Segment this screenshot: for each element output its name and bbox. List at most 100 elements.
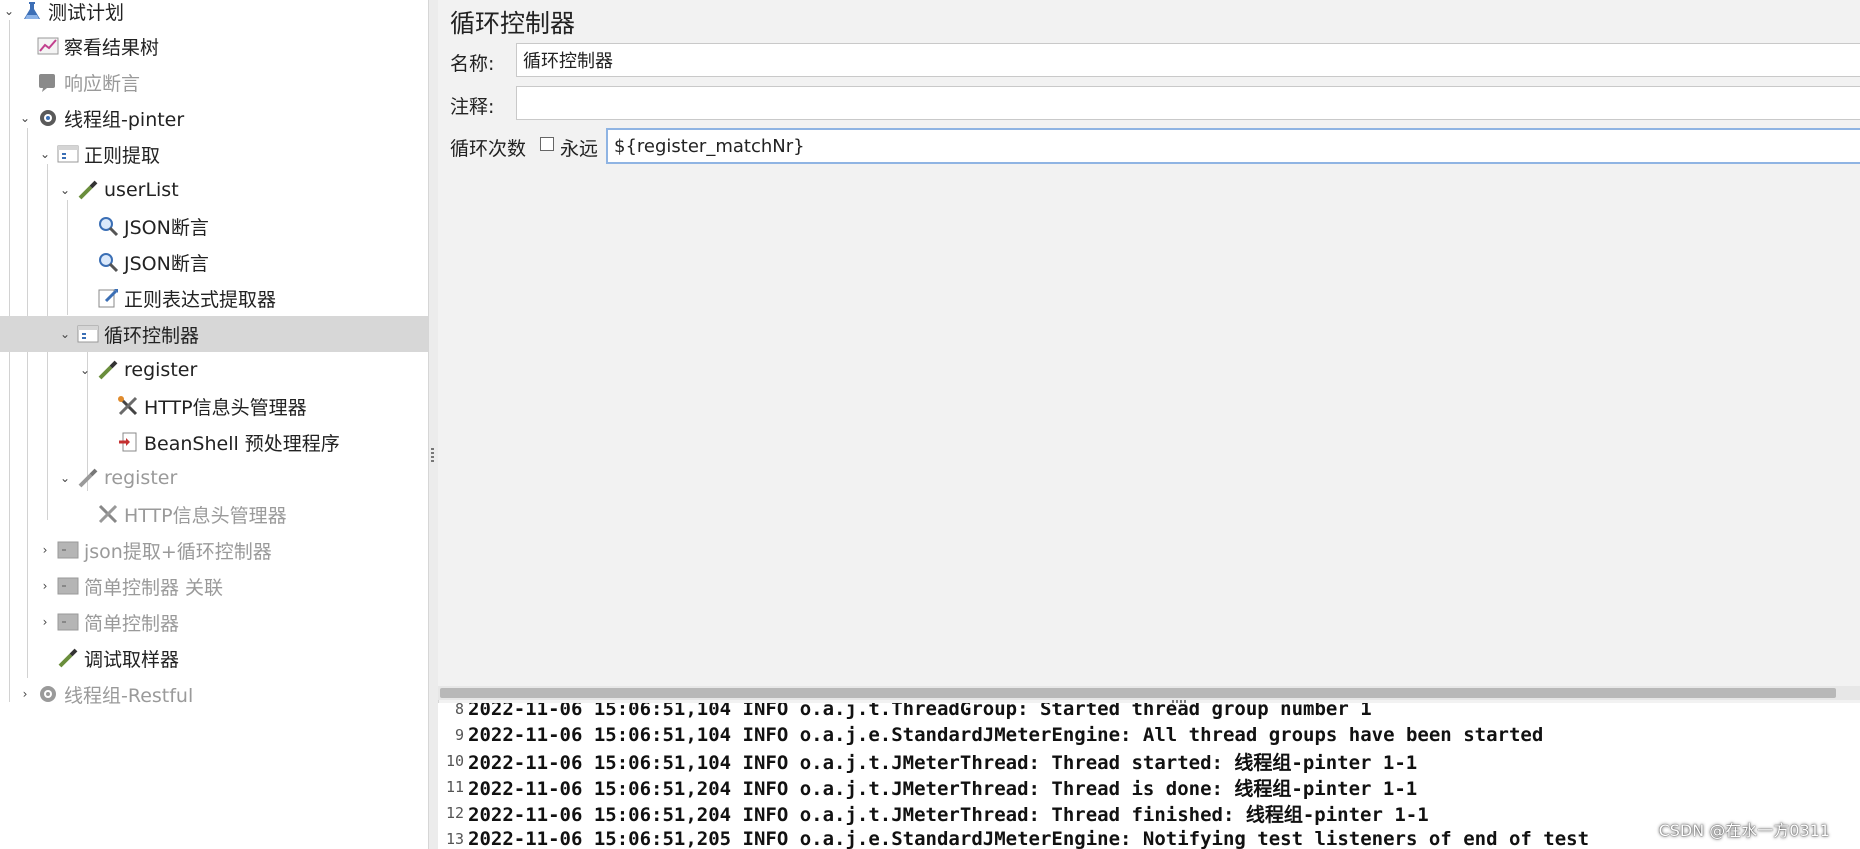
log-text: 2022-11-06 15:06:51,204 INFO o.a.j.t.JMe…: [468, 803, 1429, 826]
test-plan-icon: [20, 0, 44, 23]
pipette-icon: [76, 178, 100, 202]
loop-count-label: 循环次数: [450, 138, 527, 160]
tree-item-label: 察看结果树: [64, 36, 160, 59]
tree-item-regex-extractor[interactable]: 正则表达式提取器: [78, 280, 428, 316]
gear-icon: [36, 682, 60, 706]
line-number: 9: [454, 726, 464, 744]
forever-checkbox[interactable]: [540, 137, 554, 151]
controller-icon: [56, 610, 80, 634]
preprocessor-icon: [116, 430, 140, 454]
chevron-right-icon[interactable]: ›: [38, 615, 52, 629]
tree-item-json-extract-loop[interactable]: › json提取+循环控制器: [38, 532, 428, 568]
forever-label: 永远: [560, 138, 599, 160]
tree-item-beanshell-preprocessor[interactable]: BeanShell 预处理程序: [98, 424, 428, 460]
chevron-down-icon[interactable]: ⌄: [58, 327, 72, 341]
tree-item-thread-group-restful[interactable]: › 线程组-Restful: [18, 676, 428, 712]
log-line: 12 2022-11-06 15:06:51,204 INFO o.a.j.t.…: [438, 800, 1429, 826]
tree-item-label: HTTP信息头管理器: [124, 504, 287, 527]
tree-item-regex-extract[interactable]: ⌄ 正则提取: [38, 136, 428, 172]
tree-item-thread-group-pinter[interactable]: ⌄ 线程组-pinter: [18, 100, 428, 136]
tree-item-label: 调试取样器: [84, 648, 180, 671]
tree-item-label: 测试计划: [48, 1, 125, 24]
tree-item-userlist[interactable]: ⌄ userList: [58, 172, 428, 208]
tree-item-label: 线程组-Restful: [64, 684, 194, 707]
name-label: 名称:: [450, 53, 495, 75]
magnifier-icon: [96, 214, 120, 238]
log-text: 2022-11-06 15:06:51,104 INFO o.a.j.e.Sta…: [468, 724, 1544, 746]
tree-item-label: 正则提取: [84, 144, 161, 167]
tree-item-simple-controller[interactable]: › 简单控制器: [38, 604, 428, 640]
tree-item-simple-controller-link[interactable]: › 简单控制器 关联: [38, 568, 428, 604]
chevron-down-icon[interactable]: ⌄: [18, 111, 32, 125]
loop-controller-panel: 循环控制器 名称: 注释: 循环次数 永远: [438, 0, 1860, 690]
controller-icon: [56, 538, 80, 562]
tree-guide-line: [67, 200, 68, 315]
chevron-down-icon[interactable]: ⌄: [38, 147, 52, 161]
tree-item-label: BeanShell 预处理程序: [144, 432, 340, 455]
comment-label: 注释:: [450, 96, 495, 118]
tree-item-label: 正则表达式提取器: [124, 288, 277, 311]
magnifier-icon: [96, 250, 120, 274]
pipette-icon: [76, 466, 100, 490]
chevron-down-icon[interactable]: ⌄: [58, 471, 72, 485]
controller-icon: [56, 142, 80, 166]
line-number: 13: [445, 830, 464, 848]
tree-item-label: JSON断言: [124, 216, 209, 239]
pipette-icon: [56, 646, 80, 670]
splitter-grip-icon[interactable]: [431, 448, 434, 462]
chevron-right-icon[interactable]: ›: [38, 579, 52, 593]
loop-count-field[interactable]: [606, 128, 1860, 164]
tree-item-json-assertion[interactable]: JSON断言: [78, 208, 428, 244]
tree-item-label: register: [104, 467, 178, 489]
tree-item-debug-sampler[interactable]: 调试取样器: [38, 640, 428, 676]
chevron-down-icon[interactable]: ⌄: [2, 4, 16, 18]
comment-field[interactable]: [516, 86, 1860, 120]
name-field[interactable]: [516, 43, 1860, 77]
tree-item-label: 循环控制器: [104, 324, 200, 347]
gear-icon: [36, 106, 60, 130]
line-number: 11: [445, 778, 464, 796]
tree-item-label: HTTP信息头管理器: [144, 396, 307, 419]
chevron-down-icon[interactable]: ⌄: [78, 363, 92, 377]
assertion-icon: [36, 70, 60, 94]
tree-guide-line: [27, 128, 28, 678]
tools-icon: [96, 502, 120, 526]
tree-item-label: register: [124, 359, 198, 381]
test-plan-tree: ⌄ 测试计划 察看结果树 响应断言 ⌄ 线程组-pinter ⌄ 正则提取 ⌄ …: [0, 0, 428, 849]
tree-item-response-assertion[interactable]: 响应断言: [18, 64, 428, 100]
tree-item-loop-controller[interactable]: ⌄ 循环控制器: [0, 316, 428, 352]
log-text: 2022-11-06 15:06:51,104 INFO o.a.j.t.Thr…: [468, 703, 1372, 720]
tree-item-label: 简单控制器 关联: [84, 576, 224, 599]
log-line: 10 2022-11-06 15:06:51,104 INFO o.a.j.t.…: [438, 748, 1417, 774]
page-title: 循环控制器: [450, 9, 576, 38]
tree-item-register[interactable]: ⌄ register: [58, 460, 428, 496]
tree-item-label: 线程组-pinter: [64, 108, 185, 131]
tree-item-test-plan[interactable]: ⌄ 测试计划: [0, 0, 428, 29]
log-line: 13 2022-11-06 15:06:51,205 INFO o.a.j.e.…: [438, 826, 1589, 849]
horizontal-scrollbar[interactable]: [438, 686, 1860, 700]
line-number: 8: [454, 703, 464, 718]
scrollbar-thumb[interactable]: [440, 688, 1836, 698]
line-number: 12: [445, 804, 464, 822]
tree-item-label: JSON断言: [124, 252, 209, 275]
chevron-right-icon[interactable]: ›: [18, 687, 32, 701]
controller-icon: [76, 322, 100, 346]
tree-item-view-results-tree[interactable]: 察看结果树: [18, 28, 428, 64]
watermark: CSDN @在水一方0311: [1658, 821, 1830, 840]
tree-item-json-assertion[interactable]: JSON断言: [78, 244, 428, 280]
log-line: 9 2022-11-06 15:06:51,104 INFO o.a.j.e.S…: [438, 722, 1543, 748]
chevron-right-icon[interactable]: ›: [38, 543, 52, 557]
log-text: 2022-11-06 15:06:51,104 INFO o.a.j.t.JMe…: [468, 751, 1418, 774]
line-number: 10: [445, 752, 464, 770]
tree-item-register[interactable]: ⌄ register: [78, 352, 428, 388]
log-text: 2022-11-06 15:06:51,205 INFO o.a.j.e.Sta…: [468, 828, 1590, 849]
pipette-icon: [96, 358, 120, 382]
log-line: 11 2022-11-06 15:06:51,204 INFO o.a.j.t.…: [438, 774, 1417, 800]
chart-icon: [36, 34, 60, 58]
tree-guide-line: [9, 20, 10, 702]
tree-item-http-header-manager[interactable]: HTTP信息头管理器: [98, 388, 428, 424]
tree-item-http-header-manager[interactable]: HTTP信息头管理器: [78, 496, 428, 532]
chevron-down-icon[interactable]: ⌄: [58, 183, 72, 197]
log-viewer[interactable]: 8 2022-11-06 15:06:51,104 INFO o.a.j.t.T…: [438, 703, 1860, 849]
extractor-icon: [96, 286, 120, 310]
